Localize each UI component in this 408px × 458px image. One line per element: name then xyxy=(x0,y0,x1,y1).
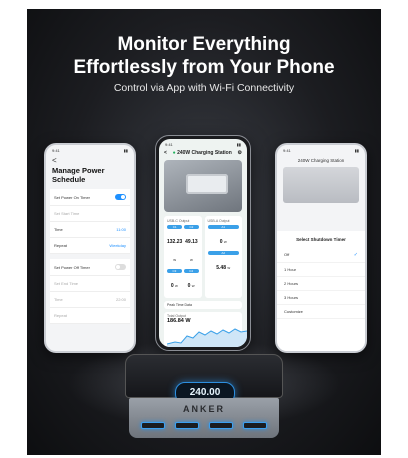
usb-c-output: USB-C Output C1 132.23 W C2 49.13 W C3 0 W … xyxy=(164,216,202,298)
option-label: 1 Hour xyxy=(284,267,297,272)
hero-title-line-2: Effortlessly from Your Phone xyxy=(73,57,335,78)
usb-port xyxy=(175,422,199,429)
port-value: 5.48 W xyxy=(216,265,231,271)
port-tag: A2 xyxy=(207,251,239,255)
row-value: 22:00 xyxy=(115,297,126,302)
timer-option-customize[interactable]: Customize xyxy=(277,305,365,319)
station-photo xyxy=(164,160,242,212)
schedule-title: Manage Power Schedule xyxy=(52,166,105,184)
option-label: Off xyxy=(284,252,290,257)
start-repeat-row[interactable]: Repeat Weekday xyxy=(50,238,130,254)
timer-option-3h[interactable]: 3 Hours xyxy=(277,291,365,305)
end-time-row: Set End Time xyxy=(50,276,130,292)
power-off-toggle[interactable] xyxy=(115,264,126,270)
back-icon[interactable]: < xyxy=(164,150,167,156)
sheet-title: Select Shutdown Timer xyxy=(296,237,346,242)
status-bar: 9:41 ▮▮ xyxy=(277,145,365,156)
hero-title: Monitor Everything Effortlessly from You… xyxy=(27,33,381,79)
online-dot-icon: ● xyxy=(172,150,176,156)
end-repeat-row[interactable]: Repeat xyxy=(50,308,130,324)
station-title: 240W Charging Station xyxy=(297,158,345,163)
total-output-card: Total Output 186.84 W xyxy=(164,312,247,347)
port-value: 0 W xyxy=(170,283,178,289)
usb-port xyxy=(243,422,267,429)
port-c4[interactable]: C4 0 W xyxy=(183,269,199,292)
option-label: 2 Hours xyxy=(284,281,299,286)
port-a1[interactable]: A1 0 W xyxy=(207,225,239,248)
hero-subtitle: Control via App with Wi-Fi Connectivity xyxy=(113,82,295,94)
row-label: Set End Time xyxy=(54,281,79,286)
port-tag: C3 xyxy=(167,269,182,273)
center-phone: 9:41 ▮▮ < ● 240W Charging Station ⚙ USB-C… xyxy=(155,135,251,351)
gear-icon[interactable]: ⚙ xyxy=(238,150,242,156)
option-label: Customize xyxy=(284,309,303,314)
output-sparkline xyxy=(167,328,247,347)
port-tag: C2 xyxy=(184,225,199,229)
usb-port xyxy=(141,422,165,429)
usb-a-output: USB-A Output A1 0 W A2 5.48 W xyxy=(204,216,242,298)
shutdown-timer-sheet: Select Shutdown Timer Off ✓ 1 Hour 2 Hour… xyxy=(277,231,365,351)
usb-a-label: USB-A Output xyxy=(207,219,230,223)
check-icon: ✓ xyxy=(353,252,358,258)
charging-station: 240.00 ANKER xyxy=(125,354,283,440)
signal-icon: ▮▮ xyxy=(123,148,128,153)
station-front: ANKER xyxy=(129,398,279,438)
station-image xyxy=(283,167,359,203)
end-time-value-row[interactable]: Time 22:00 xyxy=(50,292,130,308)
row-label: Repeat xyxy=(54,243,67,248)
port-value: 132.23 W xyxy=(167,239,183,262)
usb-ports xyxy=(141,422,267,429)
row-label: Set Power On Timer xyxy=(54,194,91,200)
signal-icon: ▮▮ xyxy=(354,148,359,153)
app-title-text: 240W Charging Station xyxy=(177,150,232,156)
peak-time-data-row[interactable]: Peak Time Data xyxy=(164,301,242,309)
left-phone-schedule: 9:41 ▮▮ < Manage Power Schedule Set Power… xyxy=(44,143,136,353)
status-time: 9:41 xyxy=(52,148,60,153)
port-value: 0 W xyxy=(219,239,227,245)
usb-c-label: USB-C Output xyxy=(167,219,190,223)
app-header: < ● 240W Charging Station ⚙ xyxy=(159,150,247,156)
status-bar: 9:41 ▮▮ xyxy=(159,139,247,150)
port-tag: C1 xyxy=(167,225,183,229)
row-label: Set Power Off Timer xyxy=(54,264,90,270)
total-output-value: 186.84 W xyxy=(167,318,191,324)
app-title: ● 240W Charging Station xyxy=(173,150,232,156)
center-phone-screen: 9:41 ▮▮ < ● 240W Charging Station ⚙ USB-C… xyxy=(159,139,247,347)
port-c2[interactable]: C2 49.13 W xyxy=(184,225,199,266)
port-a2[interactable]: A2 5.48 W xyxy=(207,251,239,274)
timer-option-1h[interactable]: 1 Hour xyxy=(277,263,365,277)
power-on-toggle[interactable] xyxy=(115,194,126,200)
timer-option-off[interactable]: Off ✓ xyxy=(277,248,365,263)
start-time-row: Set Start Time xyxy=(50,206,130,222)
row-label: Time xyxy=(54,297,63,302)
product-banner: Monitor Everything Effortlessly from You… xyxy=(27,9,381,455)
port-value: 49.13 W xyxy=(185,239,198,262)
status-time: 9:41 xyxy=(283,148,291,153)
option-label: 3 Hours xyxy=(284,295,299,300)
start-time-value-row[interactable]: Time 11:00 xyxy=(50,222,130,238)
usb-port xyxy=(209,422,233,429)
row-value: Weekday xyxy=(109,243,126,248)
power-on-timer-row[interactable]: Set Power On Timer xyxy=(50,189,130,206)
port-output-grid: USB-C Output C1 132.23 W C2 49.13 W C3 0 W … xyxy=(164,216,242,298)
timer-option-2h[interactable]: 2 Hours xyxy=(277,277,365,291)
port-c1[interactable]: C1 132.23 W xyxy=(167,225,183,266)
port-value: 0 W xyxy=(187,283,195,289)
signal-icon: ▮▮ xyxy=(236,142,241,147)
port-tag: C4 xyxy=(183,269,199,273)
hero-title-line-1: Monitor Everything xyxy=(117,34,291,55)
back-icon[interactable]: < xyxy=(46,156,134,165)
status-time: 9:41 xyxy=(165,142,173,147)
row-label: Repeat xyxy=(54,313,67,318)
row-value: 11:00 xyxy=(116,227,126,232)
port-tag: A1 xyxy=(207,225,239,229)
right-phone-shutdown: 9:41 ▮▮ 240W Charging Station Select Shut… xyxy=(275,143,367,353)
status-bar: 9:41 ▮▮ xyxy=(46,145,134,156)
anker-logo: ANKER xyxy=(182,404,225,414)
row-label: Set Start Time xyxy=(54,211,80,216)
row-label: Time xyxy=(54,227,63,232)
power-off-timer-row[interactable]: Set Power Off Timer xyxy=(50,259,130,276)
port-c3[interactable]: C3 0 W xyxy=(167,269,182,292)
